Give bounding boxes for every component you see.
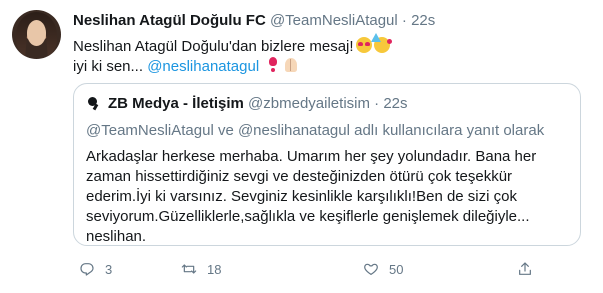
retweet-icon: [181, 264, 197, 274]
party-face-emoji-icon: [370, 33, 392, 53]
tweet-text-line-1: Neslihan Atagül Doğulu'dan bizlere mesaj…: [73, 38, 354, 55]
share-button[interactable]: [517, 259, 533, 279]
folded-hands-emoji-icon: [283, 57, 299, 73]
quoted-user-handle: @zbmedyailetisim: [248, 95, 370, 112]
tweet-time[interactable]: 22s: [411, 12, 435, 29]
reply-count: 3: [105, 261, 113, 277]
quoted-tweet-text: Arkadaşlar herkese merhaba. Umarım her ş…: [86, 148, 537, 245]
separator-dot: ·: [401, 12, 407, 29]
user-handle[interactable]: @TeamNesliAtagul: [270, 12, 398, 29]
like-count: 50: [389, 261, 404, 277]
like-button[interactable]: 50: [363, 259, 403, 279]
heart-eyes-emoji-icon: [355, 37, 372, 53]
tweet[interactable]: Neslihan Atagül Doğulu FC @TeamNesliAtag…: [0, 0, 603, 293]
quoted-separator-dot: ·: [374, 95, 380, 112]
quoted-display-name: ZB Medya - İletişim: [108, 95, 244, 112]
tweet-text-line-2: iyi ki sen...: [73, 58, 148, 75]
tweet-header: Neslihan Atagül Doğulu FC @TeamNesliAtag…: [73, 11, 435, 31]
mention-link[interactable]: @neslihanatagul: [147, 58, 259, 75]
quoted-tweet[interactable]: ZB Medya - İletişim @zbmedyailetisim · 2…: [73, 83, 581, 246]
quoted-avatar-icon: [86, 95, 102, 111]
tweet-line-2: iyi ki sen... @neslihanatagul: [73, 57, 583, 77]
tweet-line-1: Neslihan Atagül Doğulu'dan bizlere mesaj…: [73, 33, 583, 57]
heart-icon: [364, 263, 378, 275]
quoted-tweet-time: 22s: [383, 95, 408, 112]
tweet-body: Neslihan Atagül Doğulu'dan bizlere mesaj…: [73, 33, 583, 77]
retweet-count: 18: [207, 261, 222, 277]
reply-context: @TeamNesliAtagul ve @neslihanatagul adlı…: [86, 122, 545, 139]
share-icon: [519, 262, 531, 275]
heart-exclamation-emoji-icon: [265, 57, 281, 73]
avatar-face: [27, 20, 46, 46]
reply-icon: [80, 263, 94, 276]
quoted-tweet-header: ZB Medya - İletişim @zbmedyailetisim · 2…: [86, 94, 408, 114]
retweet-button[interactable]: 18: [181, 259, 221, 279]
avatar[interactable]: [12, 10, 61, 59]
tweet-actions: 3 18 50: [73, 259, 583, 279]
display-name[interactable]: Neslihan Atagül Doğulu FC: [73, 12, 266, 29]
reply-button[interactable]: 3: [79, 259, 112, 279]
